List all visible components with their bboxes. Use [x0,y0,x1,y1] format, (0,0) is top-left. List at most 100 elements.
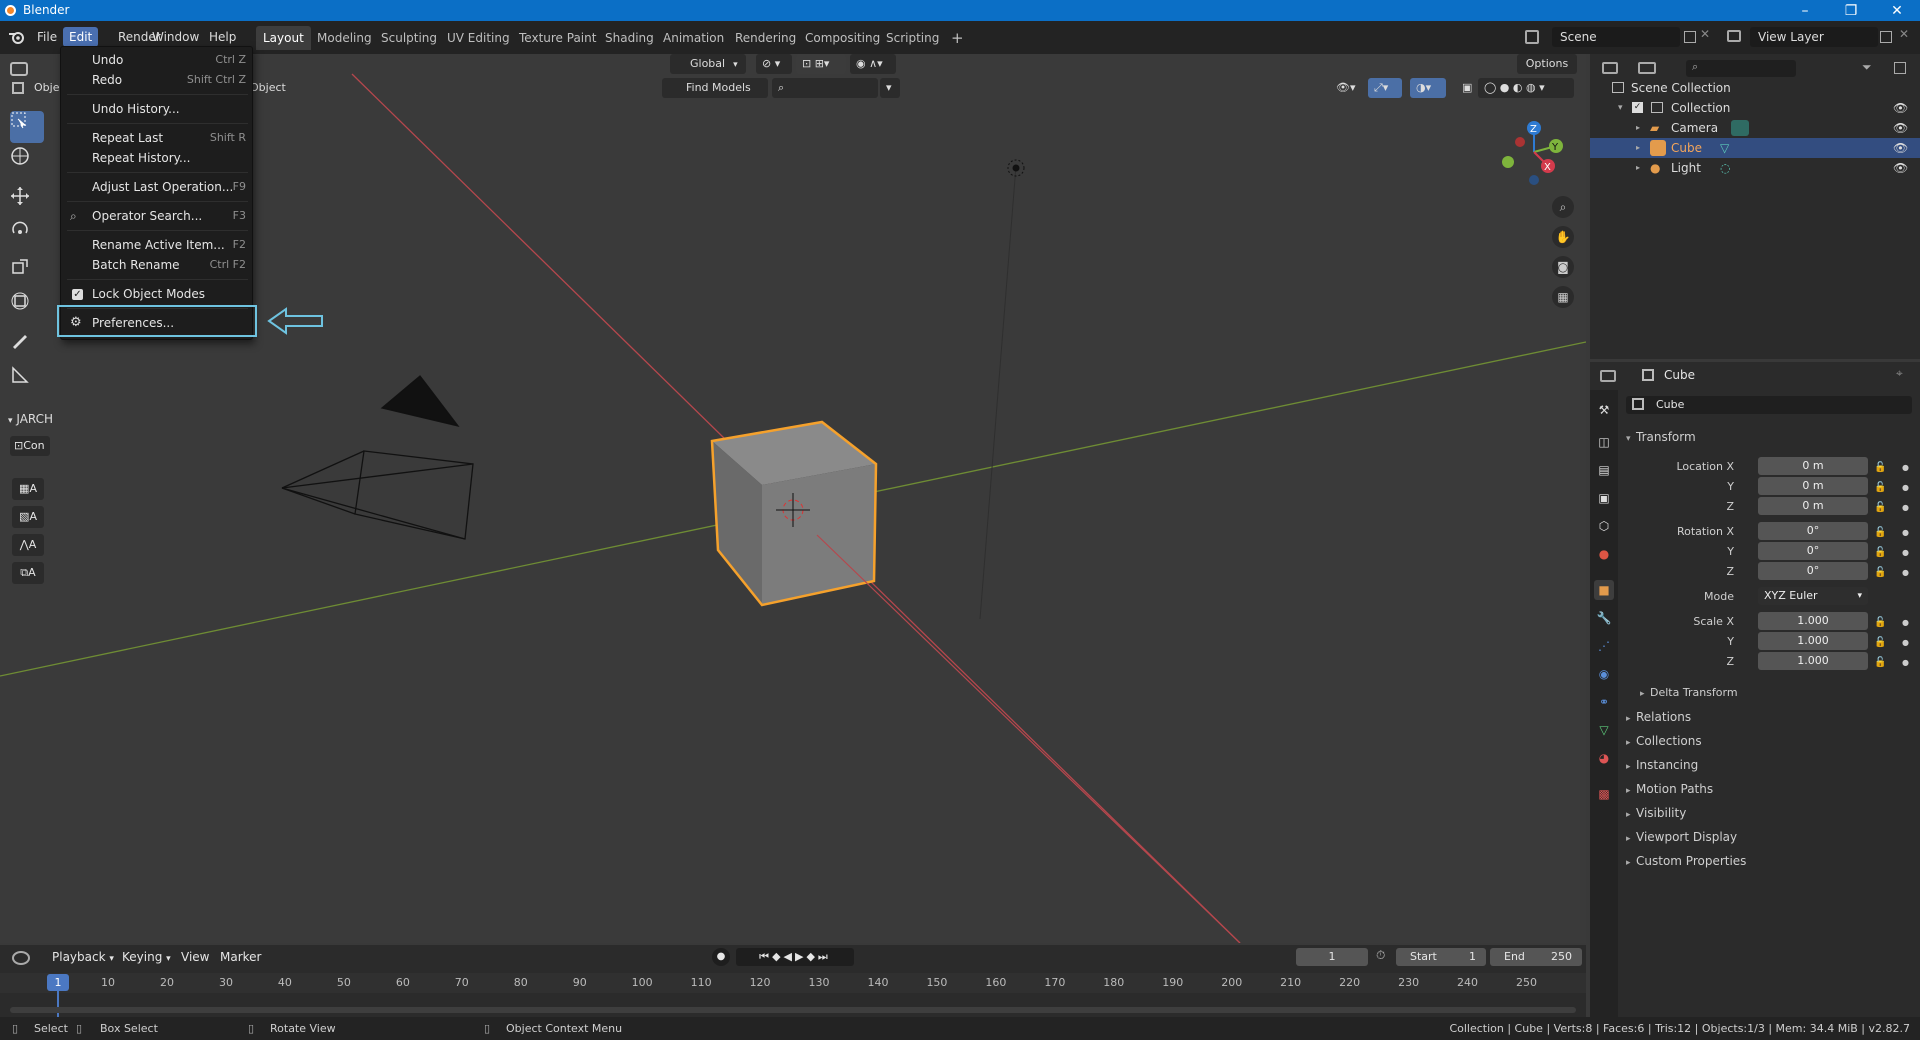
menu-item-adjust-last-operation[interactable]: Adjust Last Operation... F9 [61,176,254,198]
physics-tab-icon[interactable]: ◉ [1594,664,1614,684]
expand-triangle-icon[interactable]: ▸ [1636,138,1640,158]
mesh-data-icon[interactable]: ▽ [1720,138,1729,158]
menu-edit[interactable]: Edit [63,27,99,47]
checkbox-checked-icon[interactable]: ✓ [72,289,83,300]
tab-animation[interactable]: Animation [656,26,731,50]
scale-tool[interactable] [10,256,44,288]
stopwatch-icon[interactable]: ⏱ [1376,948,1385,963]
rotation-y-field[interactable]: 0° [1758,542,1868,560]
select-box-tool[interactable] [10,111,44,143]
jarch-roofing-button[interactable]: ⋀A [12,534,44,556]
object-name-field[interactable]: Cube [1626,396,1912,414]
search-dropdown-icon[interactable]: ▾ [880,78,900,98]
object-tab-icon[interactable]: ■ [1594,580,1614,600]
visibility-icon[interactable]: 👁▾ [1330,78,1364,98]
object-menu[interactable]: Object [250,81,286,94]
constraints-tab-icon[interactable]: ⚭ [1594,692,1614,712]
cursor-tool[interactable] [10,146,44,178]
location-y-field[interactable]: 0 m [1758,477,1868,495]
close-button[interactable]: ✕ [1874,0,1920,21]
new-view-layer-icon[interactable] [1880,31,1892,43]
start-frame-field[interactable]: Start 1 [1396,948,1486,966]
keyframe-dot-column[interactable]: ● ● ● [1902,613,1909,673]
menu-item-lock-object-modes[interactable]: ✓ Lock Object Modes [61,283,254,305]
delete-scene-icon[interactable]: ✕ [1700,27,1710,41]
menu-item-repeat-history[interactable]: Repeat History... [61,147,254,169]
expand-triangle-icon[interactable]: ▸ [1636,118,1640,138]
eye-icon[interactable]: 👁 [1893,118,1908,138]
scale-y-field[interactable]: 1.000 [1758,632,1868,650]
tab-rendering[interactable]: Rendering [728,26,803,50]
jarch-panel-header[interactable]: ▾ JARCH [8,412,53,426]
new-scene-icon[interactable] [1684,31,1696,43]
menu-item-repeat-last[interactable]: Repeat Last Shift R [61,127,254,149]
menu-item-operator-search[interactable]: ⌕ Operator Search... F3 [61,205,254,227]
light-data-icon[interactable]: ◌ [1720,158,1730,178]
add-workspace-button[interactable]: + [944,26,971,50]
lock-icon-column[interactable]: 🔓 🔓 🔓 [1874,613,1886,673]
new-collection-icon[interactable] [1894,62,1906,74]
tab-compositing[interactable]: Compositing [798,26,887,50]
custom-properties-section-header[interactable]: ▸ Custom Properties [1626,854,1746,868]
output-tab-icon[interactable]: ▤ [1594,460,1614,480]
timeline-editor-type-icon[interactable] [12,951,30,965]
marker-menu[interactable]: Marker [220,950,261,964]
pan-hand-icon[interactable]: ✋ [1552,226,1574,248]
shading-mode-buttons[interactable]: ◯ ● ◐ ◍ ▾ [1478,78,1574,98]
lock-icon-column[interactable]: 🔓 🔓 🔓 [1874,458,1886,518]
pin-icon[interactable]: ⌖ [1896,366,1903,381]
tool-tab-icon[interactable]: ⚒ [1594,400,1614,420]
location-x-field[interactable]: 0 m [1758,457,1868,475]
material-tab-icon[interactable]: ◕ [1594,748,1614,768]
display-mode-icon[interactable] [1638,62,1656,74]
menu-file[interactable]: File [31,27,63,47]
minimize-button[interactable]: – [1782,0,1828,21]
menu-item-undo[interactable]: Undo Ctrl Z [61,49,254,71]
transform-tool[interactable] [10,291,44,323]
delta-transform-subpanel[interactable]: ▸ Delta Transform [1640,686,1738,699]
outliner-item-camera[interactable]: ▸ ▰ Camera 👁 [1590,118,1920,138]
scene-icon[interactable] [1525,30,1539,44]
rotate-tool[interactable] [10,221,44,253]
annotate-tool[interactable] [10,330,44,362]
pivot-point-icon[interactable]: ⊘ ▾ [756,54,792,74]
motion-paths-section-header[interactable]: ▸ Motion Paths [1626,782,1713,796]
modifier-tab-icon[interactable]: 🔧 [1594,608,1614,628]
xray-toggle-icon[interactable]: ▣ [1456,78,1474,98]
transform-section-header[interactable]: ▾ Transform [1626,430,1696,444]
view-layer-field[interactable]: View Layer [1750,27,1878,47]
tab-scripting[interactable]: Scripting [879,26,946,50]
viewport-display-section-header[interactable]: ▸ Viewport Display [1626,830,1737,844]
menu-item-redo[interactable]: Redo Shift Ctrl Z [61,69,254,91]
object-mode-icon[interactable] [12,82,24,94]
restore-button[interactable]: ❐ [1828,0,1874,21]
properties-editor-type-icon[interactable] [1600,370,1616,382]
jarch-con-button[interactable]: ⊡Con [10,436,50,456]
navigation-gizmo[interactable]: Z Y X [1490,114,1570,194]
scene-name-field[interactable]: Scene [1552,27,1680,47]
menu-help[interactable]: Help [203,27,242,47]
tab-texture-paint[interactable]: Texture Paint [512,26,603,50]
outliner-search-input[interactable]: ⌕ [1686,60,1796,77]
current-frame-field[interactable]: 1 [1296,948,1368,966]
blender-menu-icon[interactable] [8,29,26,45]
eye-icon[interactable]: 👁 [1893,158,1908,178]
texture-tab-icon[interactable]: ▩ [1594,784,1614,804]
jarch-stairs-button[interactable]: ⧉A [12,562,44,584]
view-layer-tab-icon[interactable]: ▣ [1594,488,1614,508]
keyframe-dot-column[interactable]: ● ● ● [1902,458,1909,518]
tab-sculpting[interactable]: Sculpting [374,26,444,50]
menu-window[interactable]: Window [146,27,205,47]
relations-section-header[interactable]: ▸ Relations [1626,710,1691,724]
outliner-editor-type-icon[interactable] [1602,62,1618,74]
rotation-x-field[interactable]: 0° [1758,522,1868,540]
move-tool[interactable] [10,186,44,218]
rotation-mode-dropdown[interactable]: XYZ Euler ▾ [1758,587,1868,605]
keying-menu[interactable]: Keying ▾ [122,950,171,964]
camera-data-icon[interactable] [1731,120,1749,136]
expand-triangle-icon[interactable]: ▾ [1618,98,1623,118]
overlay-toggle-icon[interactable]: ◑▾ [1410,78,1446,98]
menu-item-rename-active[interactable]: Rename Active Item... F2 [61,234,254,256]
menu-item-batch-rename[interactable]: Batch Rename Ctrl F2 [61,254,254,276]
render-tab-icon[interactable]: ◫ [1594,432,1614,452]
